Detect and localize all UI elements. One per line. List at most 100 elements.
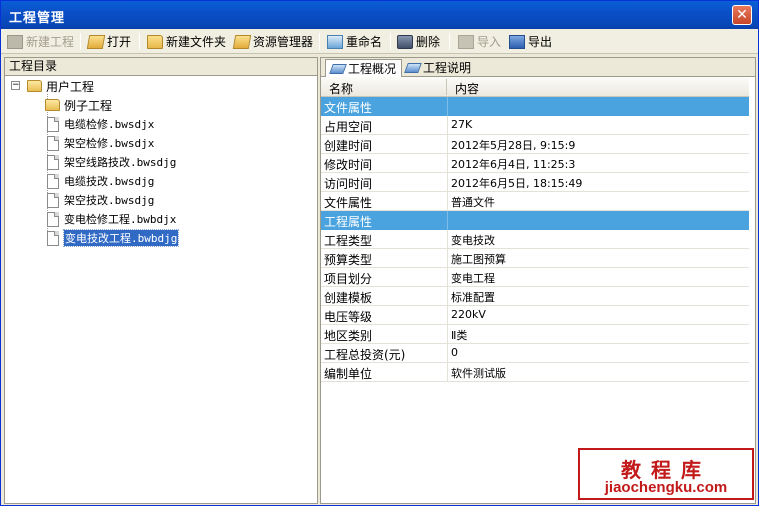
tab-label: 工程说明 — [423, 61, 472, 75]
grid-row[interactable]: 创建时间 2012年5月28日, 9:15:9 — [321, 135, 749, 154]
project-manager-window: 工程管理 ✕ 新建工程 打开 新建文件夹 资源管理器 重命名 删除 导入 导出 … — [0, 0, 759, 506]
tree-item-label: 架空技改.bwsdjg — [64, 194, 155, 207]
tree-item-file[interactable]: 架空线路技改.bwsdjg — [47, 153, 176, 171]
file-icon — [47, 192, 59, 208]
file-icon — [47, 173, 59, 189]
tree-item-user-projects[interactable]: 用户工程 — [27, 77, 94, 95]
tree-item-label: 电缆检修.bwsdjx — [64, 118, 155, 131]
resource-manager-button[interactable]: 资源管理器 — [232, 32, 314, 51]
watermark-url: jiaochengku.com — [604, 479, 728, 496]
toolbar-separator — [449, 33, 450, 50]
row-value: 2012年5月28日, 9:15:9 — [451, 139, 576, 152]
row-key: 创建模板 — [324, 291, 373, 305]
tab-label: 工程概况 — [348, 62, 397, 76]
tree-item-file-selected[interactable]: 变电技改工程.bwbdjg — [47, 229, 180, 247]
row-key: 文件属性 — [324, 101, 373, 115]
column-header-name[interactable]: 名称 — [329, 80, 353, 97]
rename-label: 重命名 — [346, 35, 383, 49]
import-label: 导入 — [477, 35, 502, 49]
grid-row[interactable]: 工程总投资(元) 0 — [321, 344, 749, 363]
row-value: 27K — [451, 118, 473, 131]
grid-row[interactable]: 电压等级 220kV — [321, 306, 749, 325]
tree-collapse-toggle[interactable]: − — [11, 81, 20, 90]
project-tree-panel: 工程目录 − 用户工程 例子工程 电缆检修.bwsdjx 架空检修.bwsdjx… — [4, 57, 318, 504]
grid-header: 名称 内容 — [321, 77, 749, 97]
file-icon — [47, 116, 59, 132]
row-key: 文件属性 — [324, 196, 373, 210]
row-value: 标准配置 — [451, 291, 495, 304]
rename-button[interactable]: 重命名 — [327, 32, 382, 51]
row-key: 修改时间 — [324, 158, 373, 172]
export-button[interactable]: 导出 — [509, 32, 552, 51]
properties-panel: 工程概况 工程说明 名称 内容 文件属性 占用空间 27K 创建时间 2012年5月… — [320, 57, 756, 504]
tree-item-examples-folder[interactable]: 例子工程 — [45, 96, 112, 114]
folder-icon — [27, 80, 42, 92]
new-project-button[interactable]: 新建工程 — [7, 32, 74, 51]
tree-item-label: 例子工程 — [64, 98, 113, 113]
window-title: 工程管理 — [9, 11, 66, 26]
tree-item-file[interactable]: 变电检修工程.bwbdjx — [47, 210, 176, 228]
delete-button[interactable]: 删除 — [397, 32, 440, 51]
grid-section-row[interactable]: 文件属性 — [321, 97, 749, 116]
grid-row[interactable]: 预算类型 施工图预算 — [321, 249, 749, 268]
grid-row[interactable]: 创建模板 标准配置 — [321, 287, 749, 306]
row-value: Ⅱ类 — [451, 329, 468, 342]
open-folder-icon — [86, 34, 106, 49]
grid-row[interactable]: 文件属性 普通文件 — [321, 192, 749, 211]
file-icon — [47, 135, 59, 151]
file-icon — [47, 211, 59, 227]
property-grid: 名称 内容 文件属性 占用空间 27K 创建时间 2012年5月28日, 9:15:… — [321, 77, 749, 382]
open-button[interactable]: 打开 — [86, 32, 132, 51]
tree-item-file[interactable]: 电缆技改.bwsdjg — [47, 172, 154, 190]
title-bar[interactable]: 工程管理 ✕ — [1, 1, 758, 29]
row-key: 工程属性 — [324, 215, 373, 229]
site-watermark: 教程库 jiaochengku.com — [578, 448, 754, 500]
toolbar: 新建工程 打开 新建文件夹 资源管理器 重命名 删除 导入 导出 — [1, 29, 758, 54]
open-label: 打开 — [107, 35, 132, 49]
delete-label: 删除 — [416, 35, 441, 49]
tree-item-label: 变电检修工程.bwbdjx — [64, 213, 177, 226]
row-value: 变电工程 — [451, 272, 495, 285]
grid-row[interactable]: 工程类型 变电技改 — [321, 230, 749, 249]
tree-item-file[interactable]: 架空技改.bwsdjg — [47, 191, 154, 209]
resource-manager-label: 资源管理器 — [253, 35, 314, 49]
grid-row[interactable]: 修改时间 2012年6月4日, 11:25:3 — [321, 154, 749, 173]
folder-icon — [147, 34, 163, 49]
tree-item-label: 电缆技改.bwsdjg — [64, 175, 155, 188]
tree-item-file[interactable]: 架空检修.bwsdjx — [47, 134, 154, 152]
close-button[interactable]: ✕ — [732, 5, 752, 25]
column-divider[interactable] — [446, 79, 447, 95]
file-icon — [47, 230, 59, 246]
row-key: 地区类别 — [324, 329, 373, 343]
grid-row[interactable]: 地区类别 Ⅱ类 — [321, 325, 749, 344]
row-value: 软件测试版 — [451, 367, 506, 380]
row-key: 创建时间 — [324, 139, 373, 153]
row-value: 220kV — [451, 308, 486, 321]
grid-section-row[interactable]: 工程属性 — [321, 211, 749, 230]
tab-project-description[interactable]: 工程说明 — [401, 59, 476, 76]
row-key: 项目划分 — [324, 272, 373, 286]
import-icon — [458, 34, 474, 49]
new-folder-button[interactable]: 新建文件夹 — [147, 32, 226, 51]
grid-row[interactable]: 项目划分 变电工程 — [321, 268, 749, 287]
overview-icon — [329, 63, 347, 74]
column-header-content[interactable]: 内容 — [455, 80, 479, 97]
row-value: 普通文件 — [451, 196, 495, 209]
row-value: 变电技改 — [451, 234, 495, 247]
grid-row[interactable]: 编制单位 软件测试版 — [321, 363, 749, 382]
new-project-icon — [7, 34, 23, 49]
tree-item-label: 变电技改工程.bwbdjg — [62, 229, 180, 247]
row-value: 2012年6月4日, 11:25:3 — [451, 158, 576, 171]
close-icon: ✕ — [736, 7, 748, 23]
tab-project-overview[interactable]: 工程概况 — [325, 59, 403, 77]
row-key: 编制单位 — [324, 367, 373, 381]
import-button[interactable]: 导入 — [458, 32, 501, 51]
rename-icon — [327, 34, 343, 49]
row-key: 工程总投资(元) — [324, 348, 406, 362]
grid-row[interactable]: 占用空间 27K — [321, 116, 749, 135]
tree-header: 工程目录 — [5, 58, 317, 76]
grid-row[interactable]: 访问时间 2012年6月5日, 18:15:49 — [321, 173, 749, 192]
tree-item-label: 架空检修.bwsdjx — [64, 137, 155, 150]
tree-item-file[interactable]: 电缆检修.bwsdjx — [47, 115, 154, 133]
row-key: 占用空间 — [324, 120, 373, 134]
